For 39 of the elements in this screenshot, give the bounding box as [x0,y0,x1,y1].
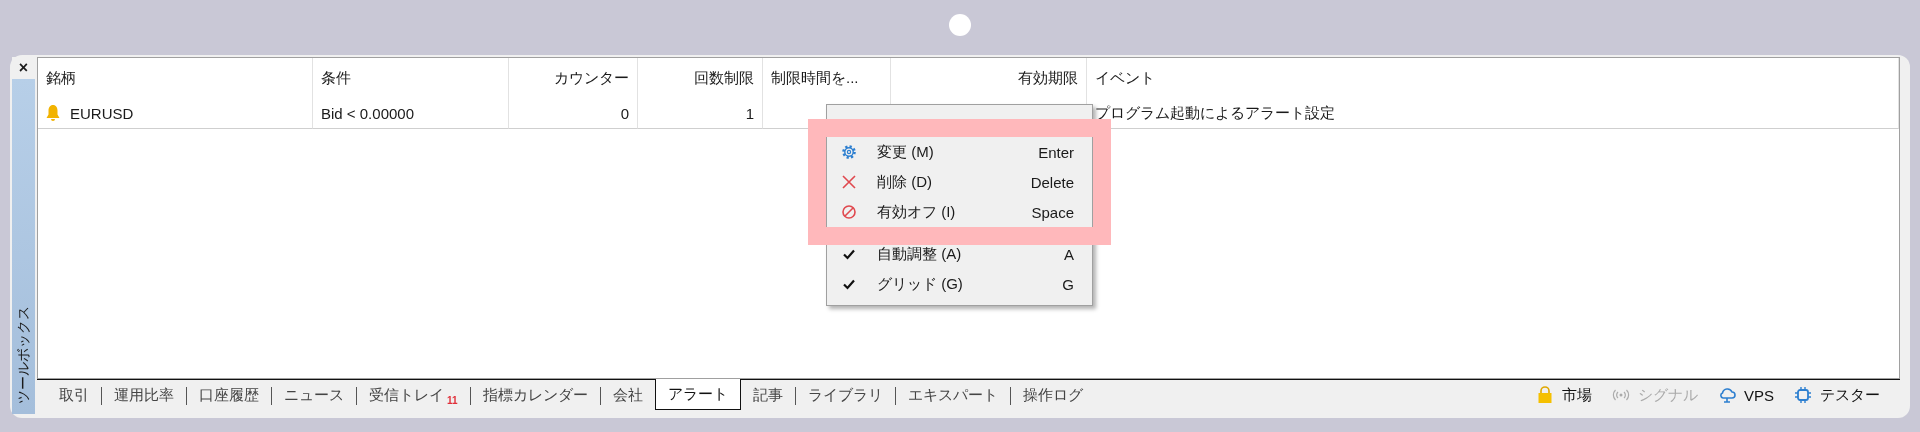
column-header[interactable]: 有効期限 [891,58,1087,98]
tab[interactable]: 操作ログ [1010,380,1095,410]
cross-icon [841,174,857,190]
column-header[interactable]: イベント [1087,58,1899,98]
menu-item[interactable]: 有効オフ (I) Space [827,197,1092,227]
tab[interactable]: ライブラリ [795,380,895,410]
tab[interactable]: エキスパート [895,380,1010,410]
tab[interactable]: 記事 [740,380,795,410]
column-header[interactable]: 条件 [313,58,509,98]
cloud-icon [1718,386,1736,404]
menu-item[interactable]: 自動調整 (A) A [827,239,1092,269]
tab[interactable]: ニュース [272,380,356,410]
menu-item[interactable]: グリッド (G) G [827,269,1092,299]
table-cell: Bid < 0.00000 [321,104,414,122]
status-button[interactable]: 市場 [1536,380,1592,410]
table-cell: EURUSD [70,104,134,122]
tab[interactable]: 会社 [600,380,655,410]
gear-icon [841,144,857,160]
column-header[interactable]: 回数制限 [638,58,763,98]
tab[interactable]: 取引 [47,380,101,410]
menu-item[interactable]: 削除 (D) Delete [827,167,1092,197]
column-header[interactable]: 制限時間を... [763,58,891,98]
unread-count: 11 [447,395,458,406]
toolbox-title: ツールボックス [14,306,32,404]
column-header[interactable]: カウンター [509,58,638,98]
shopping-bag-icon [1536,386,1554,404]
status-button[interactable]: テスター [1794,380,1880,410]
menu-item[interactable]: 変更 (M) Enter [827,137,1092,167]
tab[interactable]: 運用比率 [102,380,186,410]
tab[interactable]: 口座履歴 [187,380,271,410]
status-button[interactable]: VPS [1718,380,1774,410]
chip-icon [1794,386,1812,404]
tab[interactable]: 指標カレンダー [470,380,600,410]
camera-dot [949,13,971,36]
prohibited-icon [841,204,857,220]
tab[interactable]: アラート [654,379,741,410]
table-cell: 0 [620,104,629,122]
column-header[interactable]: 銘柄 [38,58,313,98]
table-cell: 1 [745,104,754,122]
